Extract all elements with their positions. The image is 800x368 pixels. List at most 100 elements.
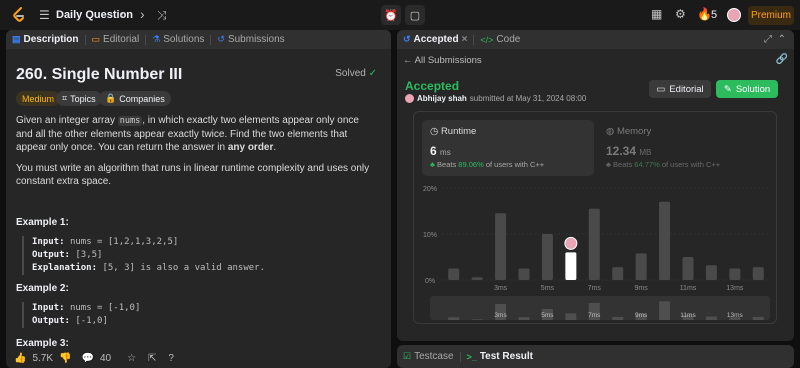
memory-unit: MB [639,148,652,157]
inline-code: nums [117,116,143,126]
tab-test-result[interactable]: >_ Test Result [467,351,533,362]
solved-status: Solved ✓ [335,68,377,79]
tab-editorial[interactable]: ▭ Editorial [92,34,140,45]
all-submissions-link[interactable]: ← All Submissions [403,55,482,66]
example-1-block: Input: nums = [1,2,1,3,2,5] Output: [3,5… [22,236,265,275]
memory-chip-icon: ◍ [606,126,615,137]
tab-divider [210,34,212,45]
runtime-unit: ms [440,148,451,157]
memory-label-text: Memory [616,126,652,137]
example-2-title: Example 2: [16,283,69,294]
tab-accepted-label: Accepted [413,34,459,45]
copy-link-icon[interactable]: 🔗 [776,54,788,65]
memory-beats-percent: 64.77% [634,160,660,169]
beats-suffix: of users with C++ [661,160,721,169]
editorial-button[interactable]: ▭ Editorial [649,80,711,98]
submitter-avatar[interactable] [405,94,414,103]
desc-text: . [273,142,277,153]
notes-button[interactable]: ▢ [405,5,425,25]
companies-chip[interactable]: 🔒 Companies [99,91,171,106]
tab-testcase[interactable]: ☑ Testcase [403,351,454,362]
example-3-title: Example 3: [16,338,69,349]
solution-button[interactable]: ✎ Solution [716,80,778,98]
star-icon[interactable]: ☆ [127,353,136,364]
editorial-button-label: Editorial [669,83,704,95]
description-paragraph: You must write an algorithm that runs in… [16,163,370,187]
console-tab-bar: ☑ Testcase >_ Test Result [397,345,794,368]
tab-submissions-label: Submissions [227,34,285,45]
chart-bar [612,267,624,280]
terminal-icon: >_ [466,351,477,362]
chart-bar [705,265,717,280]
example-value: [5, 3] is also a valid answer. [102,263,266,273]
tab-solutions[interactable]: ⚗ Solutions [152,34,204,45]
user-avatar[interactable] [727,8,741,22]
tab-test-result-label: Test Result [479,351,533,362]
tab-code-label: Code [496,34,521,45]
example-value: nums = [1,2,1,3,2,5] [69,237,179,247]
tab-submissions[interactable]: ↺ Submissions [217,34,284,45]
tab-accepted[interactable]: ↺ Accepted × [403,34,467,45]
timer-button[interactable]: ⏰ [381,5,401,25]
prev-problem-icon[interactable]: ‹ [120,7,125,21]
arrow-left-icon: ← [403,55,413,66]
leetcode-logo-icon[interactable] [12,7,26,23]
tab-code[interactable]: </> Code [480,34,520,45]
collapse-icon[interactable]: ⌃ [778,34,786,45]
overview-tick-label: 13ms [727,312,744,319]
problem-list-icon[interactable]: ☰ [39,9,51,21]
maximize-icon[interactable]: ⤢ [764,34,772,45]
y-tick-label: 10% [423,232,437,239]
premium-button[interactable]: Premium [748,6,794,25]
beats-prefix: Beats [613,160,633,169]
tab-divider [145,34,147,45]
tab-solutions-label: Solutions [163,34,205,45]
overview-bar [518,317,530,320]
tag-icon: ⌗ [62,93,68,103]
overview-bar [659,301,671,320]
overview-tick-label: 11ms [680,312,696,319]
example-line: Input: nums = [-1,0] [32,302,140,315]
x-tick-label: 3ms [494,285,508,292]
submitter-name[interactable]: Abhijay shah [417,94,467,103]
chart-bar [471,277,483,280]
checkbox-icon: ☑ [403,351,412,361]
chart-bar [682,257,694,280]
close-tab-icon[interactable]: × [462,34,468,45]
code-brackets-icon: </> [480,34,494,45]
editorial-book-icon: ▭ [91,34,101,44]
chart-bar [729,268,741,280]
beats-icon: ♣ [606,160,611,169]
help-icon[interactable]: ? [168,353,174,364]
problem-title[interactable]: 260. Single Number III [16,66,182,84]
lock-icon: 🔒 [105,93,117,103]
next-problem-icon[interactable]: › [140,7,145,21]
runtime-stat[interactable]: ◷ Runtime 6 ms ♣ Beats 89.06% of users w… [422,120,594,176]
example-line: Input: nums = [1,2,1,3,2,5] [32,236,265,249]
example-line: Explanation: [5, 3] is also a valid answ… [32,262,265,275]
settings-gear-icon[interactable]: ⚙ [675,8,686,20]
layout-grid-icon[interactable]: ▦ [651,8,662,20]
example-label: Input: [32,237,65,247]
runtime-distribution-chart[interactable]: 0% 10% 20% 3ms 5ms 7ms 9ms 11ms 13ms 3ms 5ms 7ms 9ms… [414,182,778,322]
share-icon[interactable]: ⇱ [148,353,156,364]
description-icon: ▤ [12,34,21,44]
example-label: Input: [32,303,65,313]
overview-tick-label: 9ms [635,312,648,319]
memory-stat[interactable]: ◍ Memory 12.34 MB ♣ Beats 64.77% of user… [598,120,770,176]
like-count: 5.7K [32,353,54,364]
shuffle-icon[interactable]: ⤨ [157,8,167,23]
streak-fire-icon[interactable]: 🔥 [697,8,712,20]
overview-bar [752,316,764,320]
overview-tick-label: 5ms [541,312,554,319]
thumbs-up-icon[interactable]: 👍 [14,353,26,364]
tab-divider [459,351,461,362]
chart-bar-highlight [565,252,577,280]
example-line: Output: [-1,0] [32,315,140,328]
topics-chip[interactable]: ⌗ Topics [56,91,102,106]
thumbs-down-icon[interactable]: 👎 [59,353,71,364]
overview-bar [705,316,717,320]
history-icon: ↺ [403,34,411,44]
tab-description[interactable]: ▤ Description [12,34,79,45]
comment-icon[interactable]: 💬 [81,353,93,364]
